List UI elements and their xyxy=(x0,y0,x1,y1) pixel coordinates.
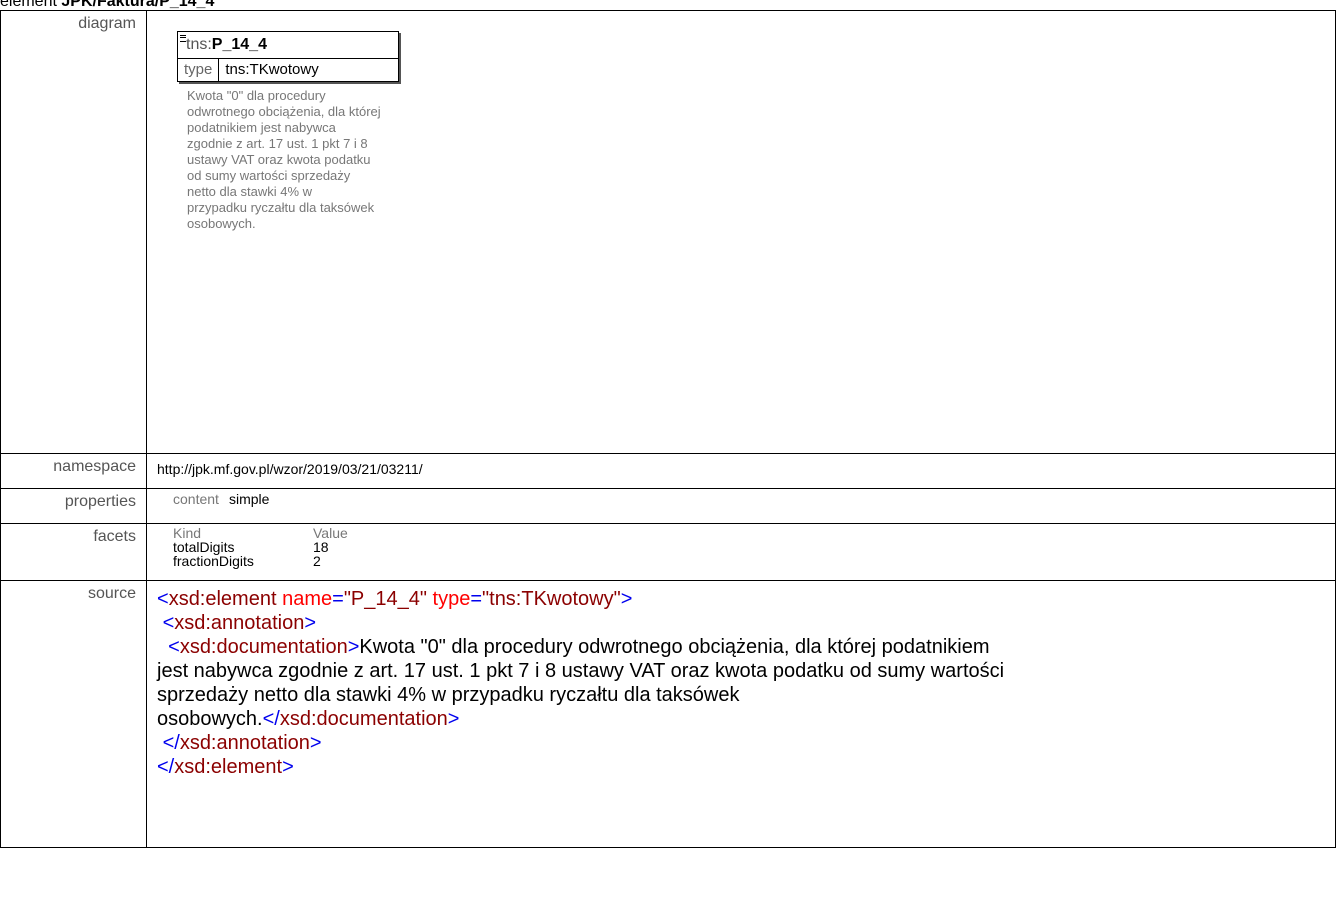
facet-value: 2 xyxy=(313,553,321,569)
diagram-doc-line: przypadku ryczałtu dla taksówek xyxy=(187,200,375,215)
row-namespace: namespace http://jpk.mf.gov.pl/wzor/2019… xyxy=(0,453,1336,489)
diagram-cell: tns:P_14_4 type tns:TKwotowy Kwota "0" d… xyxy=(146,10,1336,454)
diagram-type-row: type tns:TKwotowy xyxy=(178,58,398,81)
diagram-doc-line: netto dla stawki 4% w xyxy=(187,184,313,199)
namespace-value: http://jpk.mf.gov.pl/wzor/2019/03/21/032… xyxy=(157,461,423,477)
facet-row: totalDigits 18 xyxy=(173,540,1335,554)
facets-header-value: Value xyxy=(313,525,348,541)
facet-kind: totalDigits xyxy=(173,539,235,555)
diagram-doc-line: odwrotnego obciążenia, dla której xyxy=(187,104,381,119)
properties-cell: content simple xyxy=(146,488,1336,524)
diagram-doc-line: od sumy wartości sprzedaży xyxy=(187,168,351,183)
row-source: source <xsd:element name="P_14_4" type="… xyxy=(0,580,1336,848)
diagram-element-name: P_14_4 xyxy=(211,36,267,53)
diagram-doc-line: ustawy VAT oraz kwota podatku xyxy=(187,152,371,167)
namespace-cell: http://jpk.mf.gov.pl/wzor/2019/03/21/032… xyxy=(146,453,1336,489)
properties-table: content simple xyxy=(173,491,1335,507)
content-lines-icon xyxy=(180,35,186,42)
source-line: <xsd:annotation> xyxy=(162,612,317,634)
facet-row: fractionDigits 2 xyxy=(173,554,1335,568)
diagram-doc-line: osobowych. xyxy=(187,216,256,231)
source-line: osobowych.</xsd:documentation> xyxy=(157,708,460,730)
property-key: content xyxy=(173,491,219,507)
diagram-doc-line: zgodnie z art. 17 ust. 1 pkt 7 i 8 xyxy=(187,136,368,151)
source-cell: <xsd:element name="P_14_4" type="tns:TKw… xyxy=(146,580,1336,848)
row-facets: facets Kind Value totalDigits 18 fractio… xyxy=(0,523,1336,581)
properties-label: properties xyxy=(0,488,147,524)
facets-header-kind: Kind xyxy=(173,525,202,541)
facets-header-row: Kind Value xyxy=(173,526,1335,540)
diagram-prefix: tns: xyxy=(186,36,212,53)
property-value: simple xyxy=(229,491,270,507)
diagram-label: diagram xyxy=(0,10,147,454)
source-code: <xsd:element name="P_14_4" type="tns:TKw… xyxy=(157,583,1335,779)
source-label: source xyxy=(0,580,147,848)
facet-kind: fractionDigits xyxy=(173,553,254,569)
source-line: </xsd:element> xyxy=(157,756,294,778)
element-doc-table: diagram tns:P_14_4 type tns:TKwotowy Kwo… xyxy=(0,10,1336,848)
diagram-title: tns:P_14_4 xyxy=(178,32,398,58)
element-diagram[interactable]: tns:P_14_4 type tns:TKwotowy xyxy=(177,31,399,82)
facets-cell: Kind Value totalDigits 18 fractionDigits… xyxy=(146,523,1336,581)
heading-prefix: element xyxy=(0,0,62,10)
facets-label: facets xyxy=(0,523,147,581)
row-properties: properties content simple xyxy=(0,488,1336,524)
diagram-doc-line: podatnikiem jest nabywca xyxy=(187,120,336,135)
source-line: sprzedaży netto dla stawki 4% w przypadk… xyxy=(157,684,740,706)
namespace-label: namespace xyxy=(0,453,147,489)
facet-value: 18 xyxy=(313,539,329,555)
diagram-documentation: Kwota "0" dla procedury odwrotnego obcią… xyxy=(187,88,487,232)
diagram-type-key: type xyxy=(178,59,220,81)
source-line: <xsd:element name="P_14_4" type="tns:TKw… xyxy=(157,588,633,610)
source-line: <xsd:documentation>Kwota "0" dla procedu… xyxy=(168,636,990,658)
source-line: </xsd:annotation> xyxy=(162,732,322,754)
diagram-type-value[interactable]: tns:TKwotowy xyxy=(219,59,324,81)
row-diagram: diagram tns:P_14_4 type tns:TKwotowy Kwo… xyxy=(0,10,1336,454)
diagram-doc-line: Kwota "0" dla procedury xyxy=(187,88,326,103)
heading-path: JPK/Faktura/P_14_4 xyxy=(61,0,215,10)
facets-table: Kind Value totalDigits 18 fractionDigits… xyxy=(173,526,1335,568)
source-line: jest nabywca zgodnie z art. 17 ust. 1 pk… xyxy=(157,660,1005,682)
